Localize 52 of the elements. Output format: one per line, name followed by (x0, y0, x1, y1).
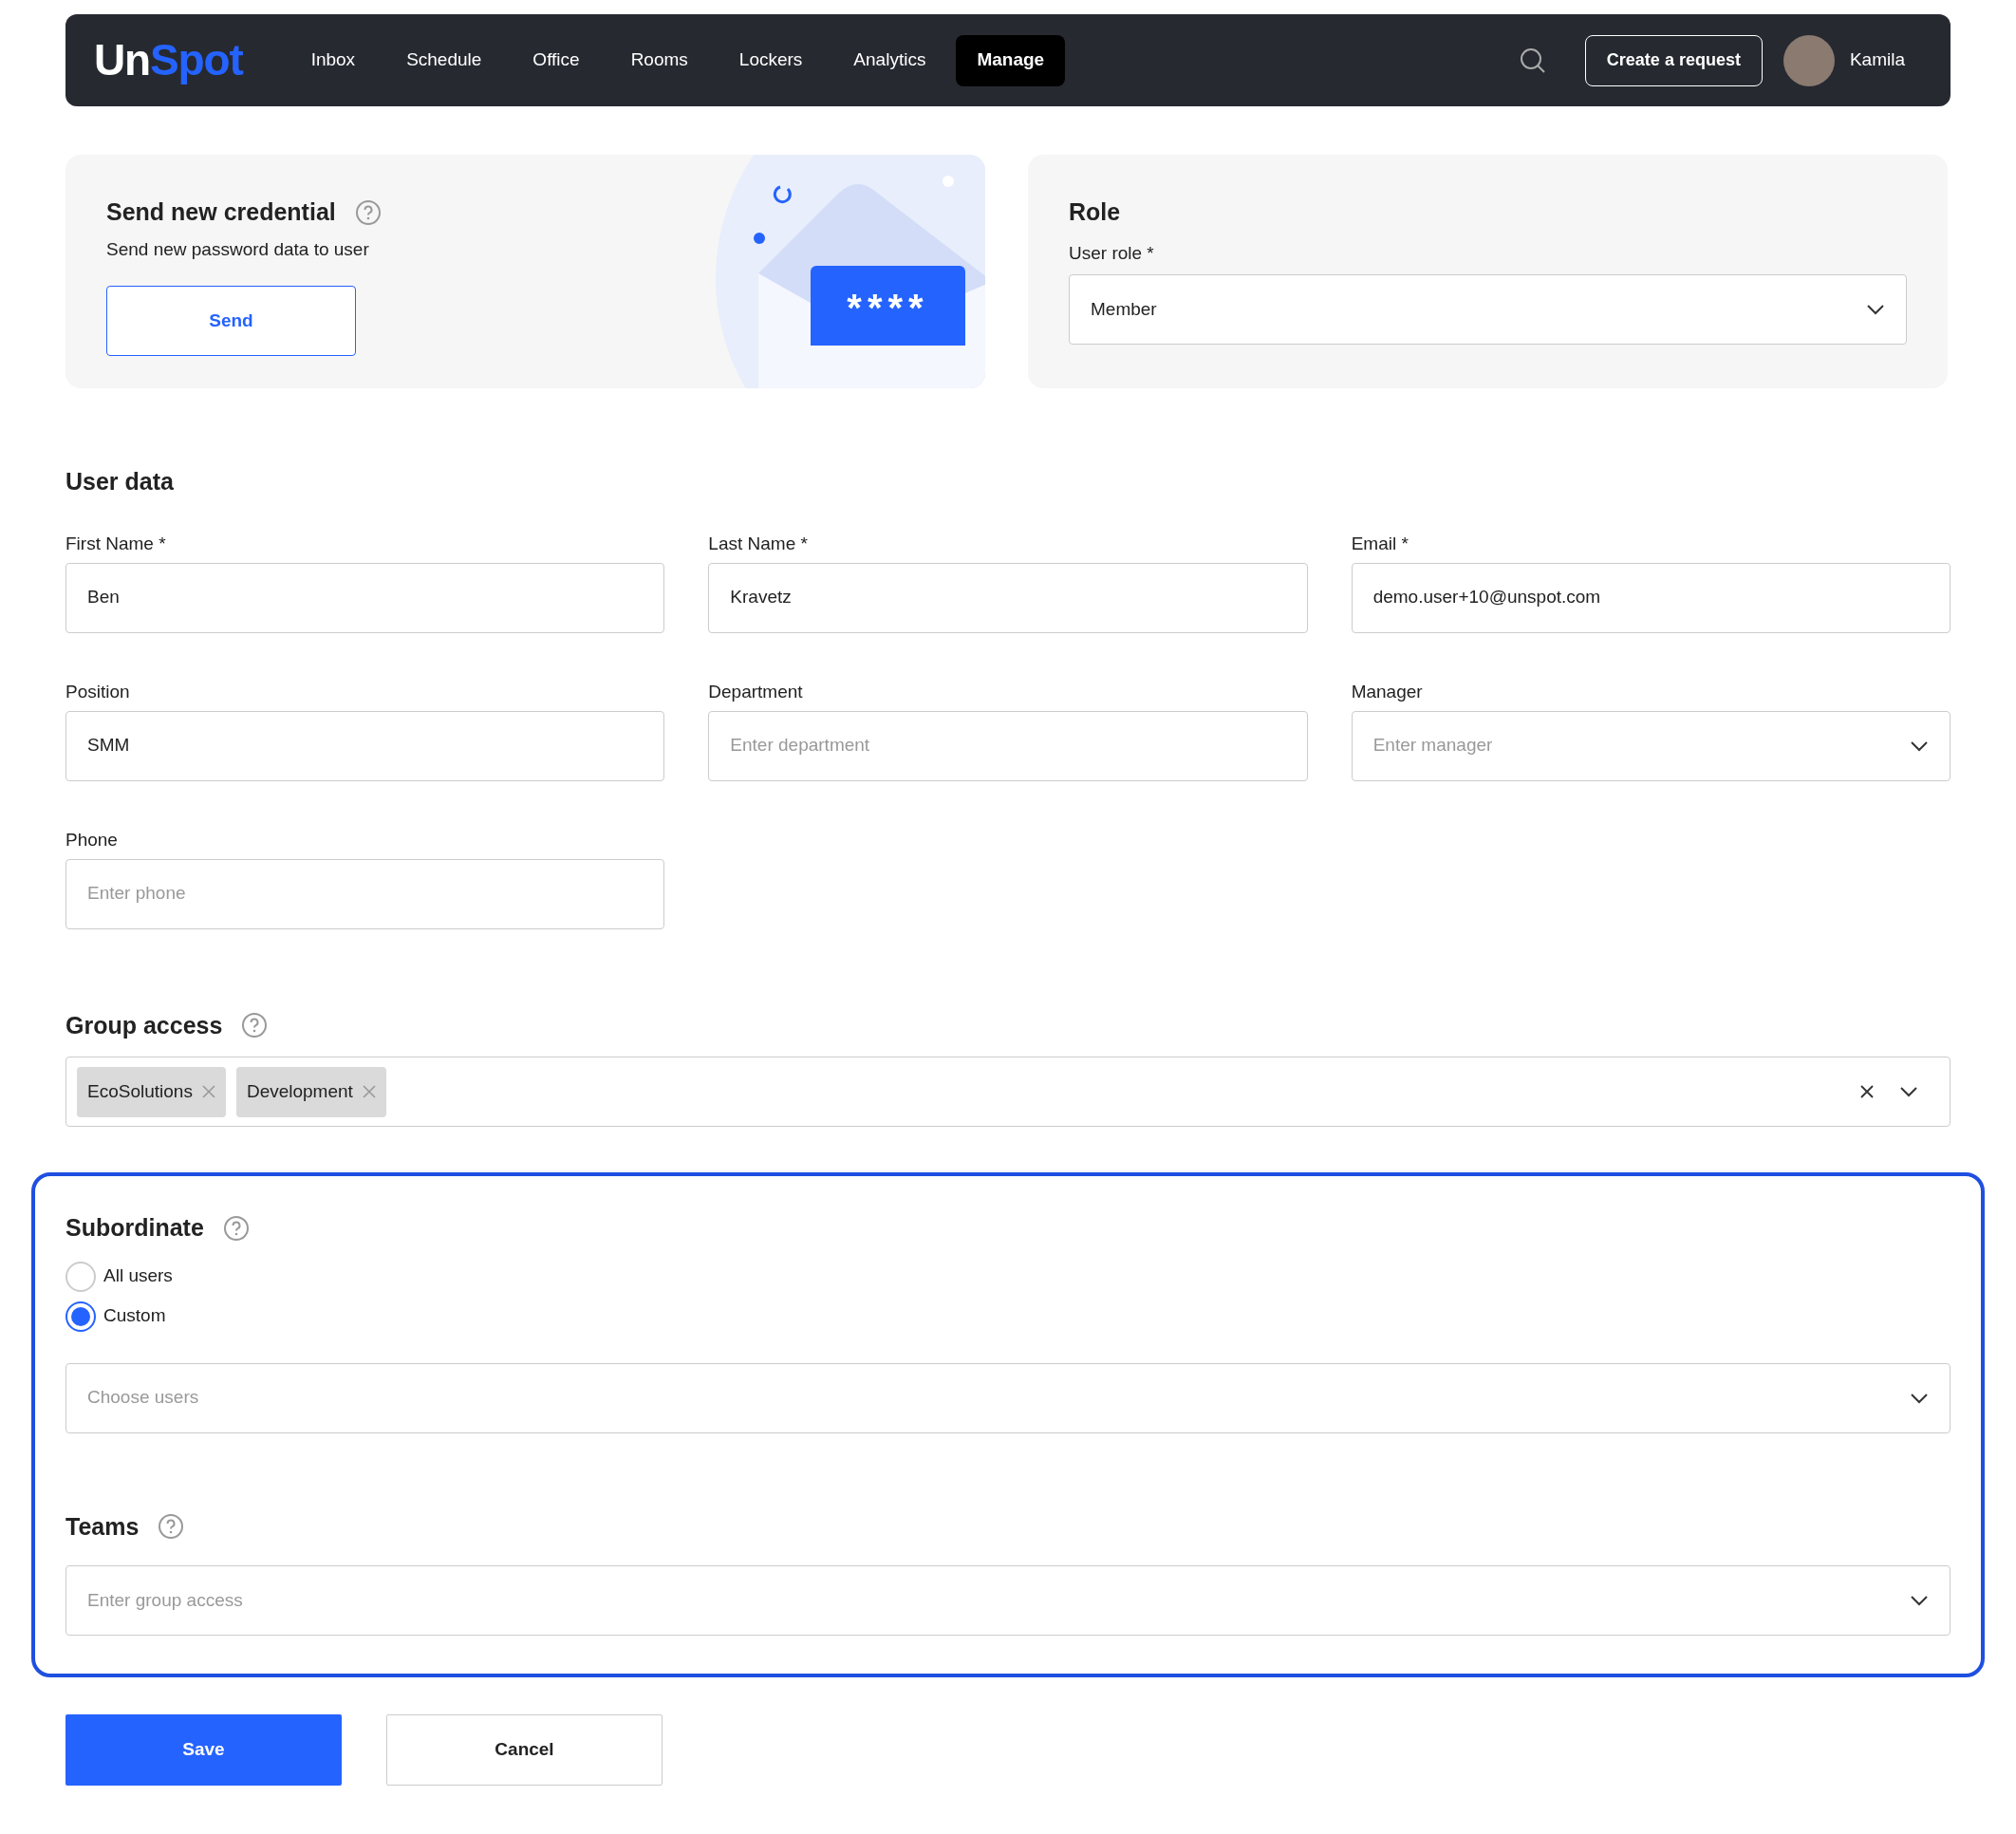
nav-tab[interactable]: Analytics (832, 34, 947, 86)
chevron-down-icon (1866, 304, 1885, 315)
input-field[interactable]: SMM (65, 710, 665, 781)
help-icon[interactable] (222, 1214, 250, 1242)
nav-tab[interactable]: Manage (956, 34, 1066, 86)
close-icon[interactable] (201, 1085, 215, 1098)
field-label: Email * (1351, 532, 1409, 555)
send-button[interactable]: Send (106, 286, 356, 356)
chevron-down-icon (1910, 739, 1929, 752)
input-field[interactable]: Ben (65, 562, 665, 633)
chevron-down-icon (1899, 1086, 1918, 1097)
radio-option[interactable]: Custom (65, 1301, 1951, 1332)
nav-tab[interactable]: Lockers (718, 34, 824, 86)
field-label: User role * (1069, 241, 1155, 265)
radio-option[interactable]: All users (65, 1261, 1951, 1292)
tag-chip[interactable]: Development (235, 1066, 386, 1117)
user-name[interactable]: Kamila (1849, 47, 1905, 74)
help-icon[interactable] (158, 1513, 185, 1541)
nav-tab[interactable]: Rooms (609, 34, 709, 86)
nav-tab[interactable]: Inbox (289, 34, 377, 86)
group-access-select[interactable]: EcoSolutions Development (65, 1057, 1951, 1127)
card-subtitle: Send new password data to user (106, 237, 370, 261)
field-label: Position (65, 680, 131, 703)
logo[interactable]: UnSpot (94, 28, 243, 93)
save-button[interactable]: Save (65, 1714, 342, 1786)
card-title: Send new credential (106, 197, 336, 227)
section-title: User data (65, 467, 175, 496)
field-label: Manager (1351, 680, 1424, 703)
chevron-down-icon (1910, 1595, 1929, 1606)
close-icon[interactable] (362, 1085, 376, 1098)
nav-tab[interactable]: Office (512, 34, 601, 86)
section-title: Subordinate (65, 1213, 204, 1243)
field-label: Department (708, 680, 804, 703)
search-icon[interactable] (1518, 46, 1547, 75)
section-title: Group access (65, 1010, 223, 1040)
field-label: Phone (65, 828, 119, 852)
input-field[interactable]: Kravetz (708, 562, 1308, 633)
clear-icon[interactable] (1860, 1085, 1874, 1098)
create-request-button[interactable]: Create a request (1584, 34, 1763, 86)
nav-tab[interactable]: Schedule (385, 34, 503, 86)
help-icon[interactable] (241, 1012, 269, 1039)
tag-chip[interactable]: EcoSolutions (77, 1066, 226, 1117)
card-title: Role (1069, 197, 1122, 227)
cancel-button[interactable]: Cancel (386, 1714, 663, 1786)
chevron-down-icon (1910, 1392, 1929, 1404)
password-card: **** (811, 266, 965, 346)
input-field[interactable]: demo.user+10@unspot.com (1351, 562, 1951, 633)
section-title: Teams (65, 1511, 140, 1542)
field-label: First Name * (65, 532, 167, 555)
help-icon[interactable] (354, 198, 382, 226)
role-select[interactable]: Member (1069, 274, 1907, 345)
field-label: Last Name * (708, 532, 809, 555)
